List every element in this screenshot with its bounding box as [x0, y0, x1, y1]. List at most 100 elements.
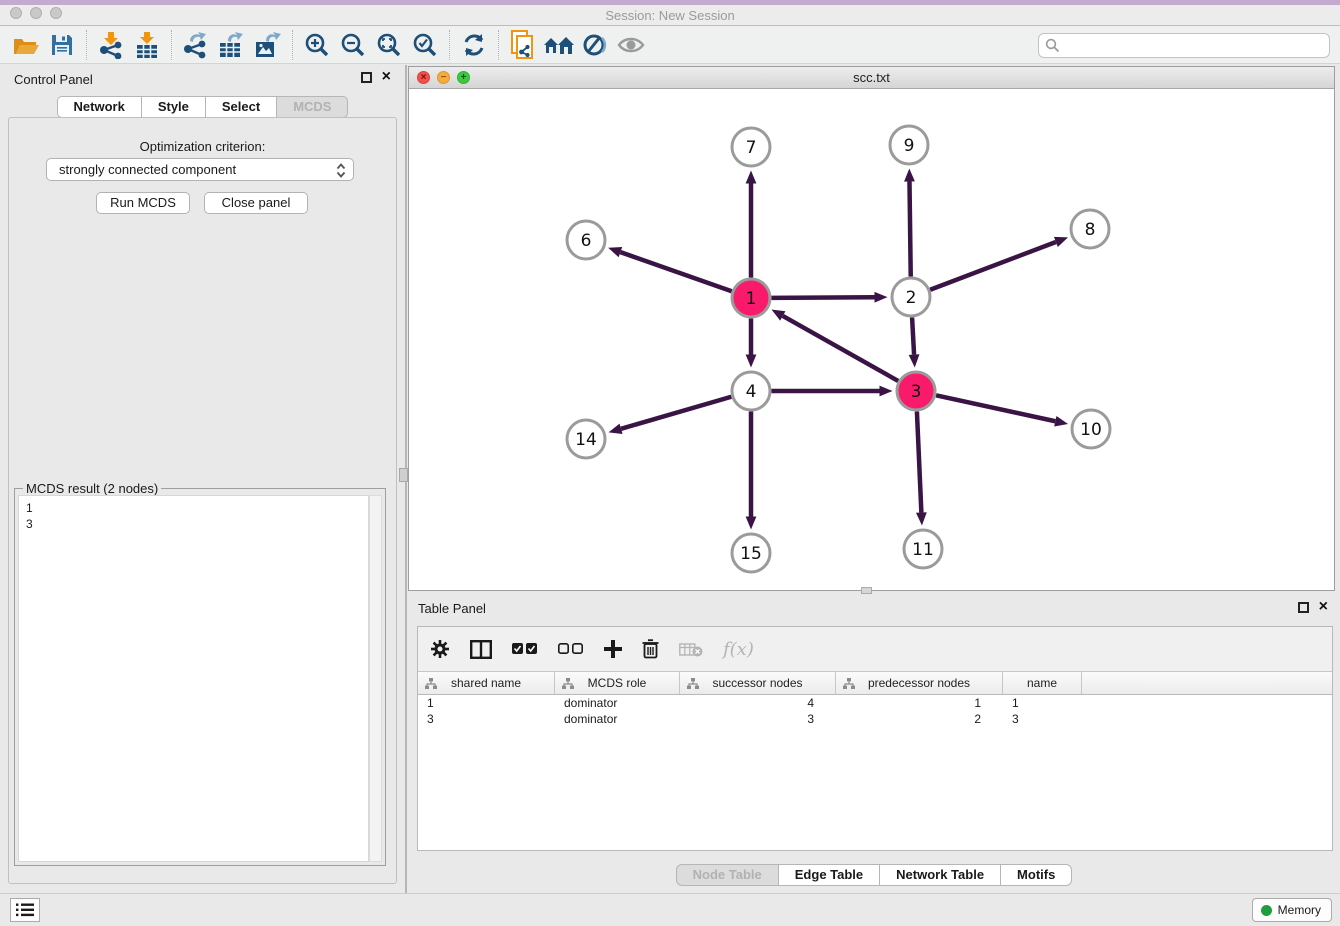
network-window-titlebar[interactable]: × − + scc.txt: [409, 67, 1334, 89]
export-image-button[interactable]: [250, 29, 286, 61]
zoom-selected-icon: [412, 32, 438, 58]
import-table-button[interactable]: [129, 29, 165, 61]
column-header-name[interactable]: name: [1003, 672, 1082, 694]
close-table-panel-icon[interactable]: ×: [1319, 600, 1328, 614]
graph-node-2[interactable]: 2: [892, 278, 930, 316]
cell-shared-name[interactable]: 1: [418, 695, 555, 711]
node-table-container: f(x) shared name MCDS role successor nod…: [417, 626, 1333, 851]
home-icon: [543, 33, 575, 57]
table-row[interactable]: 1 dominator 4 1 1: [418, 695, 1332, 711]
horizontal-splitter-handle[interactable]: [861, 587, 872, 594]
graph-edge-4-14[interactable]: [609, 397, 732, 434]
float-table-panel-icon[interactable]: [1298, 602, 1309, 613]
search-input[interactable]: [1038, 33, 1330, 58]
deselect-all-rows-icon[interactable]: [558, 643, 584, 655]
export-image-icon: [254, 31, 282, 59]
hide-graphics-button[interactable]: [577, 29, 613, 61]
cell-predecessor-nodes[interactable]: 2: [836, 711, 1003, 727]
new-network-from-file-button[interactable]: [505, 29, 541, 61]
window-title: Session: New Session: [0, 8, 1340, 23]
cell-successor-nodes[interactable]: 4: [680, 695, 836, 711]
tab-mcds[interactable]: MCDS: [277, 96, 348, 118]
tab-network[interactable]: Network: [57, 96, 142, 118]
export-table-button[interactable]: [214, 29, 250, 61]
zoom-out-button[interactable]: [335, 29, 371, 61]
create-column-plus-icon[interactable]: [604, 640, 622, 658]
graph-node-14[interactable]: 14: [567, 420, 605, 458]
tab-select[interactable]: Select: [206, 96, 277, 118]
column-header-shared-name[interactable]: shared name: [418, 672, 555, 694]
tab-motifs[interactable]: Motifs: [1001, 864, 1072, 886]
graph-node-8[interactable]: 8: [1071, 210, 1109, 248]
graph-edge-1-6[interactable]: [608, 247, 731, 291]
graph-node-4[interactable]: 4: [732, 372, 770, 410]
select-all-rows-icon[interactable]: [512, 643, 538, 655]
graph-node-6[interactable]: 6: [567, 221, 605, 259]
column-type-icon: [843, 678, 855, 690]
table-panel-header: Table Panel ×: [408, 595, 1340, 625]
graph-node-1[interactable]: 1: [732, 279, 770, 317]
graph-node-9[interactable]: 9: [890, 126, 928, 164]
close-panel-button[interactable]: Close panel: [204, 192, 308, 214]
zoom-selected-button[interactable]: [407, 29, 443, 61]
cell-shared-name[interactable]: 3: [418, 711, 555, 727]
import-network-button[interactable]: [93, 29, 129, 61]
graph-edge-1-2[interactable]: [771, 292, 887, 303]
graph-node-3[interactable]: 3: [897, 372, 935, 410]
table-row[interactable]: 3 dominator 3 2 3: [418, 711, 1332, 727]
tab-edge-table[interactable]: Edge Table: [779, 864, 880, 886]
vertical-splitter-handle[interactable]: [399, 468, 408, 482]
cell-successor-nodes[interactable]: 3: [680, 711, 836, 727]
zoom-fit-button[interactable]: [371, 29, 407, 61]
mcds-result-scrollbar[interactable]: [369, 495, 382, 862]
cell-predecessor-nodes[interactable]: 1: [836, 695, 1003, 711]
graph-edge-2-9[interactable]: [904, 168, 915, 276]
mcds-result-list[interactable]: 1 3: [18, 495, 369, 862]
graph-edge-3-10[interactable]: [936, 395, 1068, 426]
cell-mcds-role[interactable]: dominator: [555, 695, 680, 711]
graph-edge-3-1[interactable]: [771, 310, 898, 381]
column-header-mcds-role[interactable]: MCDS role: [555, 672, 680, 694]
tab-network-table[interactable]: Network Table: [880, 864, 1001, 886]
graph-edge-4-3[interactable]: [772, 386, 893, 397]
graph-edge-2-8[interactable]: [930, 237, 1068, 290]
graph-node-15[interactable]: 15: [732, 534, 770, 572]
graph-node-10[interactable]: 10: [1072, 410, 1110, 448]
tab-style[interactable]: Style: [142, 96, 206, 118]
export-network-button[interactable]: [178, 29, 214, 61]
task-history-button[interactable]: [10, 898, 40, 922]
graph-edge-4-15[interactable]: [746, 412, 757, 530]
refresh-layout-button[interactable]: [456, 29, 492, 61]
graph-edge-1-4[interactable]: [746, 319, 757, 368]
show-graphics-button[interactable]: [613, 29, 649, 61]
table-settings-gear-icon[interactable]: [430, 639, 450, 659]
function-builder-icon-disabled[interactable]: f(x): [723, 639, 754, 660]
optimization-criterion-select[interactable]: strongly connected component: [46, 158, 354, 181]
graph-edge-2-3[interactable]: [909, 317, 920, 367]
run-mcds-button[interactable]: Run MCDS: [96, 192, 190, 214]
delete-column-trash-icon[interactable]: [642, 639, 659, 659]
close-panel-icon[interactable]: ×: [382, 70, 391, 84]
column-header-successor-nodes[interactable]: successor nodes: [680, 672, 836, 694]
title-bar: Session: New Session: [0, 0, 1340, 26]
cell-mcds-role[interactable]: dominator: [555, 711, 680, 727]
cell-name[interactable]: 3: [1003, 711, 1082, 727]
network-canvas[interactable]: 7 9 6 8 1 2 4 3 14 10 15 11: [409, 89, 1334, 590]
delete-table-icon-disabled[interactable]: [679, 642, 703, 657]
show-columns-icon[interactable]: [470, 640, 492, 659]
open-session-button[interactable]: [8, 29, 44, 61]
float-panel-icon[interactable]: [361, 72, 372, 83]
graph-edge-1-7[interactable]: [746, 171, 757, 278]
graph-node-7[interactable]: 7: [732, 128, 770, 166]
graph-node-11[interactable]: 11: [904, 530, 942, 568]
tab-node-table[interactable]: Node Table: [676, 864, 779, 886]
home-button[interactable]: [541, 29, 577, 61]
zoom-in-button[interactable]: [299, 29, 335, 61]
graph-node-label: 3: [911, 382, 922, 402]
cell-name[interactable]: 1: [1003, 695, 1082, 711]
column-header-predecessor-nodes[interactable]: predecessor nodes: [836, 672, 1003, 694]
memory-button[interactable]: Memory: [1252, 898, 1332, 922]
column-label: predecessor nodes: [868, 676, 970, 690]
save-session-button[interactable]: [44, 29, 80, 61]
graph-edge-3-11[interactable]: [916, 411, 927, 525]
